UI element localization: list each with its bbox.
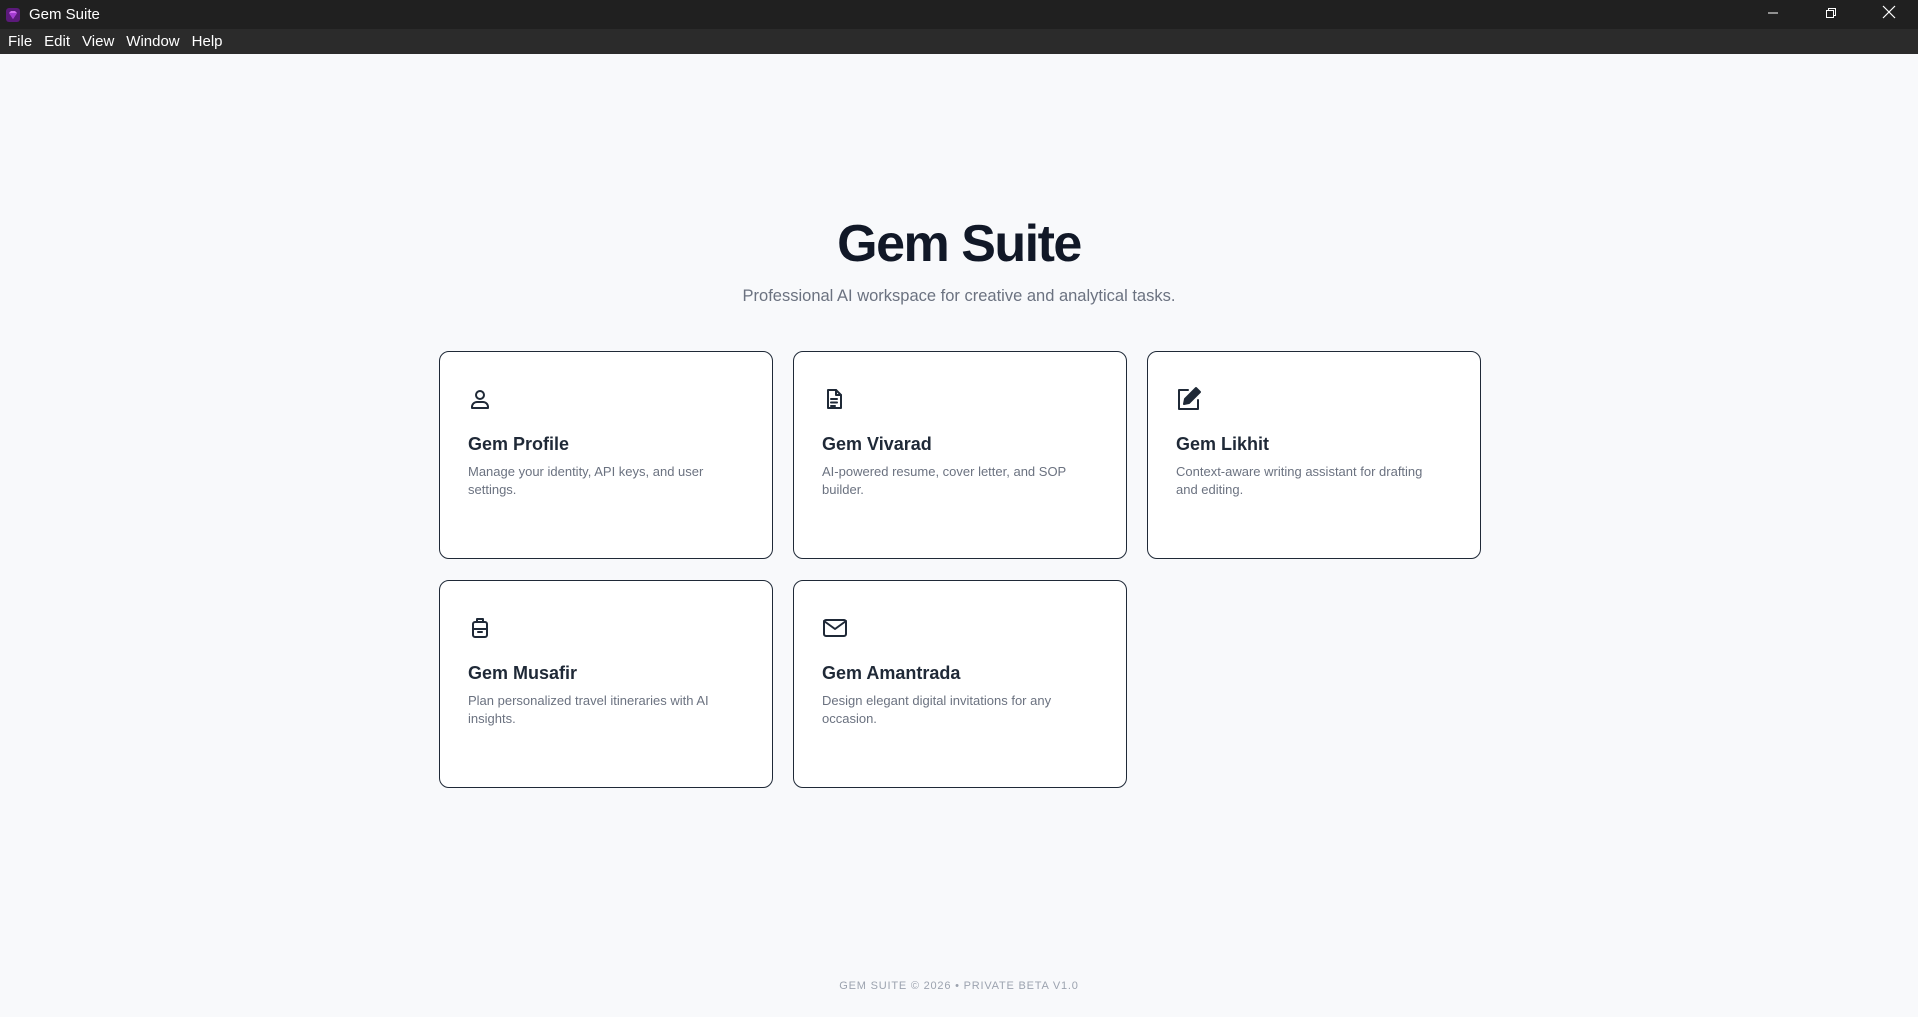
restore-icon [1825, 6, 1837, 24]
card-description: Manage your identity, API keys, and user… [468, 464, 704, 497]
card-gem-vivarad[interactable]: Gem Vivarad AI-powered resume, cover let… [793, 351, 1127, 559]
menu-help[interactable]: Help [186, 29, 229, 54]
card-gem-amantrada[interactable]: Gem Amantrada Design elegant digital inv… [793, 580, 1127, 788]
menu-window[interactable]: Window [120, 29, 185, 54]
card-description: Plan personalized travel itineraries wit… [468, 693, 709, 726]
gem-app-icon [5, 7, 21, 23]
page-subtitle: Professional AI workspace for creative a… [742, 287, 1176, 305]
envelope-icon [822, 615, 848, 641]
minimize-button[interactable] [1744, 0, 1802, 29]
card-title: Gem Likhit [1176, 434, 1270, 454]
luggage-icon [468, 615, 494, 641]
card-description: AI-powered resume, cover letter, and SOP… [822, 464, 1066, 497]
minimize-icon [1767, 6, 1779, 24]
main-content: Gem Suite Professional AI workspace for … [0, 54, 1918, 1017]
card-gem-likhit[interactable]: Gem Likhit Context-aware writing assista… [1147, 351, 1481, 559]
card-title: Gem Amantrada [822, 663, 961, 683]
page-title: Gem Suite [837, 215, 1082, 273]
close-icon [1882, 5, 1896, 24]
restore-button[interactable] [1802, 0, 1860, 29]
card-title: Gem Profile [468, 434, 570, 454]
menu-bar: File Edit View Window Help [0, 29, 1918, 54]
title-bar[interactable]: Gem Suite [0, 0, 1918, 29]
close-button[interactable] [1860, 0, 1918, 29]
pen-edit-icon [1176, 386, 1202, 412]
card-title: Gem Vivarad [822, 434, 932, 454]
app-card-grid: Gem Profile Manage your identity, API ke… [439, 351, 1482, 788]
card-description: Design elegant digital invitations for a… [822, 693, 1052, 726]
card-title: Gem Musafir [468, 663, 578, 683]
footer-text: GEM SUITE © 2026 • PRIVATE BETA V1.0 [839, 980, 1079, 992]
user-icon [468, 386, 494, 412]
card-gem-profile[interactable]: Gem Profile Manage your identity, API ke… [439, 351, 773, 559]
window-controls [1744, 0, 1918, 29]
menu-edit[interactable]: Edit [38, 29, 76, 54]
card-description: Context-aware writing assistant for draf… [1176, 464, 1423, 497]
menu-view[interactable]: View [76, 29, 120, 54]
window-title: Gem Suite [29, 6, 100, 23]
document-icon [822, 386, 848, 412]
card-gem-musafir[interactable]: Gem Musafir Plan personalized travel iti… [439, 580, 773, 788]
menu-file[interactable]: File [2, 29, 38, 54]
